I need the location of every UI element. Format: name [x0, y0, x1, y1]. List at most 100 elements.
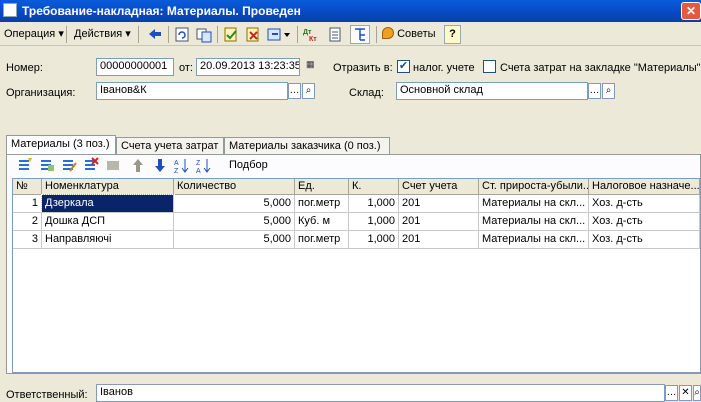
account-cell[interactable]: 201	[399, 213, 479, 231]
organization-label: Организация:	[6, 87, 76, 99]
actions-menu[interactable]: Действия ▾	[74, 27, 131, 40]
column-header[interactable]: Номенклатура	[42, 179, 174, 195]
quantity-cell[interactable]: 5,000	[174, 231, 295, 249]
delete-row-icon[interactable]	[81, 156, 101, 175]
subordinate-tree-icon[interactable]	[350, 25, 370, 44]
responsible-field[interactable]: Іванов	[96, 384, 665, 402]
row-number[interactable]: 2	[13, 213, 42, 231]
cost-accounts-checkbox[interactable]	[483, 60, 496, 73]
tax-purpose-cell[interactable]: Хоз. д-сть	[589, 213, 700, 231]
svg-text:Дт: Дт	[303, 29, 312, 36]
operation-menu[interactable]: Операция ▾	[4, 27, 64, 40]
quantity-cell[interactable]: 5,000	[174, 195, 295, 213]
window-title: Требование-накладная: Материалы. Проведе…	[22, 4, 301, 18]
operation-menu-label: Операция	[4, 28, 56, 40]
add-row-icon[interactable]	[15, 156, 35, 175]
number-label: Номер:	[6, 62, 43, 74]
print-based-on-icon[interactable]	[265, 25, 293, 44]
column-header[interactable]: Налоговое назначе...	[589, 179, 700, 195]
warehouse-select-button[interactable]: …	[588, 83, 601, 99]
post-document-icon[interactable]	[221, 25, 241, 44]
svg-text:A: A	[196, 168, 201, 174]
sort-ascending-icon[interactable]: AZ	[172, 156, 192, 175]
svg-text:Z: Z	[174, 168, 179, 174]
svg-text:Z: Z	[196, 160, 201, 167]
dt-kt-icon[interactable]: Дт Кт	[301, 25, 321, 44]
article-cell[interactable]: Материалы на скл...	[479, 231, 589, 249]
nomenclature-cell[interactable]: Дошка ДСП	[42, 213, 174, 231]
tips-icon	[382, 27, 394, 39]
actions-menu-label: Действия	[74, 28, 123, 40]
cost-accounts-label: Счета затрат на закладке "Материалы"	[500, 62, 701, 74]
responsible-open-icon[interactable]: ⌕	[693, 385, 701, 401]
account-cell[interactable]: 201	[399, 195, 479, 213]
tab-cost-accounts[interactable]: Счета учета затрат	[116, 137, 224, 154]
unit-cell[interactable]: пог.метр	[295, 231, 349, 249]
warehouse-field[interactable]: Основной склад	[396, 82, 588, 100]
nomenclature-cell[interactable]: Направляючі	[42, 231, 174, 249]
column-header[interactable]: К.	[349, 179, 399, 195]
row-number[interactable]: 3	[13, 231, 42, 249]
structure-icon[interactable]	[325, 25, 345, 44]
svg-text:Кт: Кт	[309, 36, 317, 43]
column-header[interactable]: Ст. прироста-убыли...	[479, 179, 589, 195]
tab-materials[interactable]: Материалы (3 поз.)	[6, 135, 116, 154]
coefficient-cell[interactable]: 1,000	[349, 213, 399, 231]
number-field[interactable]: 00000000001	[96, 58, 174, 76]
refresh-icon[interactable]	[172, 25, 192, 44]
toolbar-separator	[376, 26, 377, 43]
sort-descending-icon[interactable]: ZA	[194, 156, 214, 175]
help-button[interactable]: ?	[444, 25, 461, 44]
column-header[interactable]: Количество	[174, 179, 295, 195]
article-cell[interactable]: Материалы на скл...	[479, 213, 589, 231]
copy-row-icon[interactable]	[37, 156, 57, 175]
date-label: от:	[179, 62, 193, 74]
unpost-document-icon[interactable]	[243, 25, 263, 44]
column-header[interactable]: №	[13, 179, 42, 195]
tax-purpose-cell[interactable]: Хоз. д-сть	[589, 195, 700, 213]
tips-button[interactable]: Советы	[382, 27, 436, 40]
coefficient-cell[interactable]: 1,000	[349, 231, 399, 249]
column-header[interactable]: Ед.	[295, 179, 349, 195]
column-header[interactable]: Счет учета	[399, 179, 479, 195]
responsible-clear-icon[interactable]: ✕	[679, 385, 692, 401]
nomenclature-cell[interactable]: Дзеркала	[41, 194, 175, 214]
move-up-icon[interactable]	[128, 156, 148, 175]
warehouse-label: Склад:	[349, 87, 384, 99]
close-button[interactable]: ✕	[681, 2, 701, 20]
tax-accounting-checkbox[interactable]: ✔	[397, 60, 410, 73]
title-bar: Требование-накладная: Материалы. Проведе…	[0, 0, 701, 22]
reflect-label: Отразить в:	[333, 62, 393, 74]
article-cell[interactable]: Материалы на скл...	[479, 195, 589, 213]
tax-purpose-cell[interactable]: Хоз. д-сть	[589, 231, 700, 249]
tax-accounting-label: налог. учете	[413, 62, 475, 74]
tab-customer-materials[interactable]: Материалы заказчика (0 поз.)	[224, 137, 390, 154]
responsible-label: Ответственный:	[6, 389, 88, 401]
unit-cell[interactable]: Куб. м	[295, 213, 349, 231]
move-down-icon[interactable]	[150, 156, 170, 175]
coefficient-cell[interactable]: 1,000	[349, 195, 399, 213]
organization-open-icon[interactable]: ⌕	[302, 83, 315, 99]
back-arrow-icon[interactable]	[145, 25, 165, 44]
account-cell[interactable]: 201	[399, 231, 479, 249]
edit-row-icon[interactable]	[59, 156, 79, 175]
organization-field[interactable]: Іванов&К	[96, 82, 288, 100]
date-field[interactable]: 20.09.2013 13:23:35	[196, 58, 300, 76]
svg-text:A: A	[174, 160, 179, 167]
copy-document-icon[interactable]	[194, 25, 214, 44]
quantity-cell[interactable]: 5,000	[174, 213, 295, 231]
unit-cell[interactable]: пог.метр	[295, 195, 349, 213]
calendar-icon[interactable]: ▦	[306, 59, 315, 70]
document-icon	[3, 3, 17, 17]
materials-table: № Номенклатура Количество Ед. К. Счет уч…	[12, 178, 701, 373]
toolbar-separator	[297, 26, 298, 43]
selection-button[interactable]: Подбор	[229, 159, 268, 171]
main-toolbar: Операция ▾ Действия ▾ Дт Кт Советы ?	[0, 22, 701, 46]
organization-select-button[interactable]: …	[288, 83, 301, 99]
responsible-select-button[interactable]: …	[665, 385, 678, 401]
toolbar-separator	[138, 26, 139, 43]
end-edit-icon[interactable]	[103, 156, 123, 175]
warehouse-open-icon[interactable]: ⌕	[602, 83, 615, 99]
row-number[interactable]: 1	[13, 195, 42, 213]
toolbar-separator	[217, 26, 218, 43]
